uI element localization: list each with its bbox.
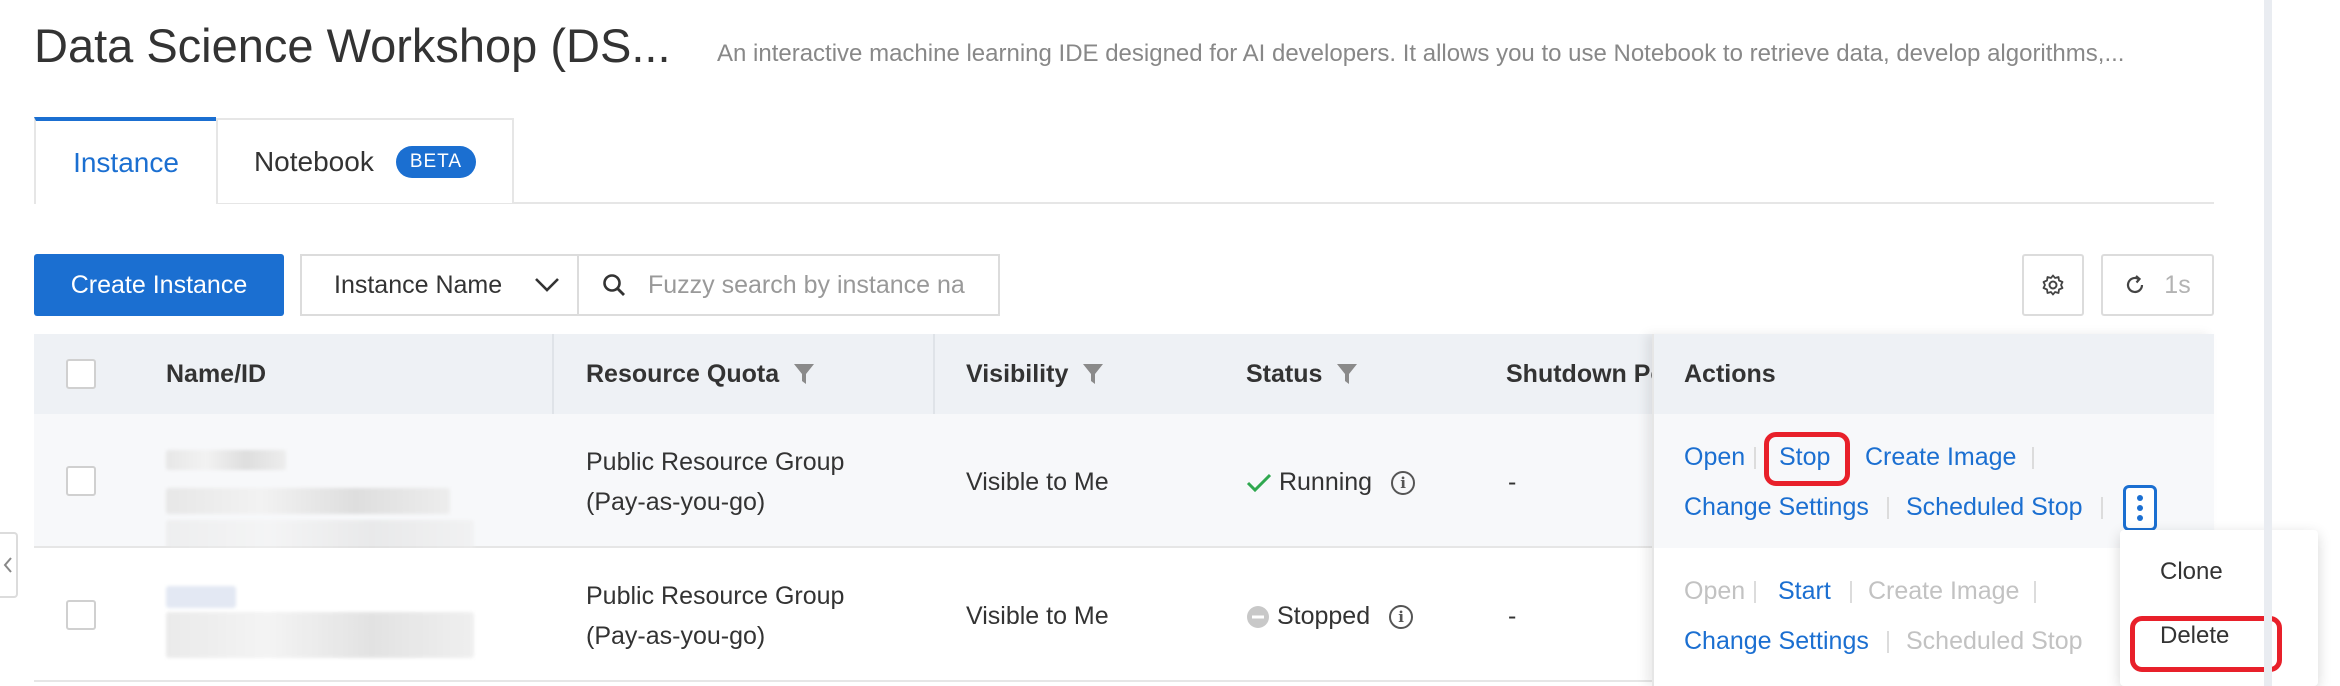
tab-instance[interactable]: Instance <box>34 117 216 204</box>
select-all-cell <box>66 334 96 414</box>
column-status: Status <box>1246 334 1358 414</box>
column-status-label: Status <box>1246 359 1323 388</box>
start-link[interactable]: Start <box>1778 577 1831 606</box>
redacted-id <box>166 612 474 658</box>
redacted-name <box>166 450 286 470</box>
open-link[interactable]: Open <box>1684 443 1745 472</box>
page-title: Data Science Workshop (DS... <box>34 19 671 72</box>
column-shutdown-policy: Shutdown Po <box>1506 334 1666 414</box>
refresh-interval-label: 1s <box>2164 270 2191 299</box>
resource-quota-line1: Public Resource Group <box>586 448 845 476</box>
filter-icon[interactable] <box>793 362 815 386</box>
more-vertical-icon[interactable] <box>2123 485 2157 531</box>
tab-notebook[interactable]: Notebook BETA <box>216 118 514 203</box>
visibility-value: Visible to Me <box>966 602 1109 630</box>
filter-icon[interactable] <box>1336 362 1358 386</box>
settings-button[interactable] <box>2022 254 2084 316</box>
separator <box>1850 581 1852 603</box>
search-field-select-value: Instance Name <box>334 270 503 299</box>
search-icon <box>603 274 625 296</box>
search-input[interactable] <box>648 262 968 308</box>
create-image-link[interactable]: Create Image <box>1865 443 2016 472</box>
open-link: Open <box>1684 577 1746 605</box>
stop-link[interactable]: Stop <box>1779 443 1830 472</box>
create-image-link: Create Image <box>1868 577 2020 605</box>
resource-quota-line2: (Pay-as-you-go) <box>586 488 766 516</box>
column-visibility-label: Visibility <box>966 359 1069 388</box>
status-text: Running <box>1278 468 1373 496</box>
scheduled-stop-link: Scheduled Stop <box>1906 627 2083 655</box>
shutdown-policy-value: - <box>1508 468 1517 496</box>
delete-menu-item[interactable]: Delete <box>2160 622 2229 650</box>
refresh-button[interactable]: 1s <box>2101 254 2214 316</box>
column-name-id-label: Name/ID <box>166 359 267 388</box>
change-settings-link[interactable]: Change Settings <box>1684 627 1869 656</box>
gear-icon <box>2042 274 2064 296</box>
refresh-icon <box>2127 275 2144 294</box>
resource-quota-line2: (Pay-as-you-go) <box>586 622 766 650</box>
separator <box>1754 581 1756 603</box>
change-settings-link[interactable]: Change Settings <box>1684 493 1869 522</box>
collapse-left-icon[interactable] <box>0 532 18 598</box>
separator <box>1887 497 1889 519</box>
check-icon <box>1246 474 1272 493</box>
page-description: An interactive machine learning IDE desi… <box>717 40 2125 67</box>
filter-icon[interactable] <box>1082 362 1104 386</box>
row-checkbox[interactable] <box>66 600 96 630</box>
separator <box>2034 581 2036 603</box>
column-shutdown-policy-label: Shutdown Po <box>1506 359 1666 388</box>
create-instance-button[interactable]: Create Instance <box>34 254 284 316</box>
redacted-name <box>166 586 236 608</box>
beta-badge: BETA <box>395 145 477 178</box>
row-checkbox[interactable] <box>66 466 96 496</box>
stopped-icon <box>1247 606 1269 629</box>
tab-notebook-label: Notebook <box>253 145 374 177</box>
vertical-scrollbar[interactable] <box>2264 0 2272 686</box>
info-icon[interactable]: i <box>1391 471 1416 496</box>
column-visibility: Visibility <box>966 334 1104 414</box>
separator <box>1887 631 1889 653</box>
column-divider[interactable] <box>933 334 935 414</box>
chevron-down-icon[interactable] <box>532 272 562 296</box>
status-stopped: Stopped i <box>1246 596 1414 636</box>
select-all-checkbox[interactable] <box>66 359 96 389</box>
visibility-value: Visible to Me <box>966 468 1109 496</box>
column-actions: Actions <box>1684 334 1776 414</box>
separator <box>2101 497 2103 519</box>
shutdown-policy-value: - <box>1508 602 1517 630</box>
scheduled-stop-link[interactable]: Scheduled Stop <box>1906 493 2083 522</box>
column-resource-quota-label: Resource Quota <box>586 359 780 388</box>
tab-instance-label: Instance <box>73 146 179 178</box>
status-text: Stopped <box>1276 602 1371 630</box>
clone-menu-item[interactable]: Clone <box>2160 558 2223 586</box>
redacted-id <box>166 488 450 514</box>
resource-quota-line1: Public Resource Group <box>586 582 845 610</box>
column-name-id: Name/ID <box>166 334 266 414</box>
info-icon[interactable]: i <box>1389 605 1414 630</box>
separator <box>1754 447 1756 469</box>
column-divider[interactable] <box>552 334 554 414</box>
separator <box>2032 447 2034 469</box>
column-actions-label: Actions <box>1684 359 1776 388</box>
status-running: Running i <box>1246 462 1416 502</box>
more-actions-dropdown: Clone Delete <box>2120 530 2318 686</box>
column-resource-quota: Resource Quota <box>586 334 815 414</box>
